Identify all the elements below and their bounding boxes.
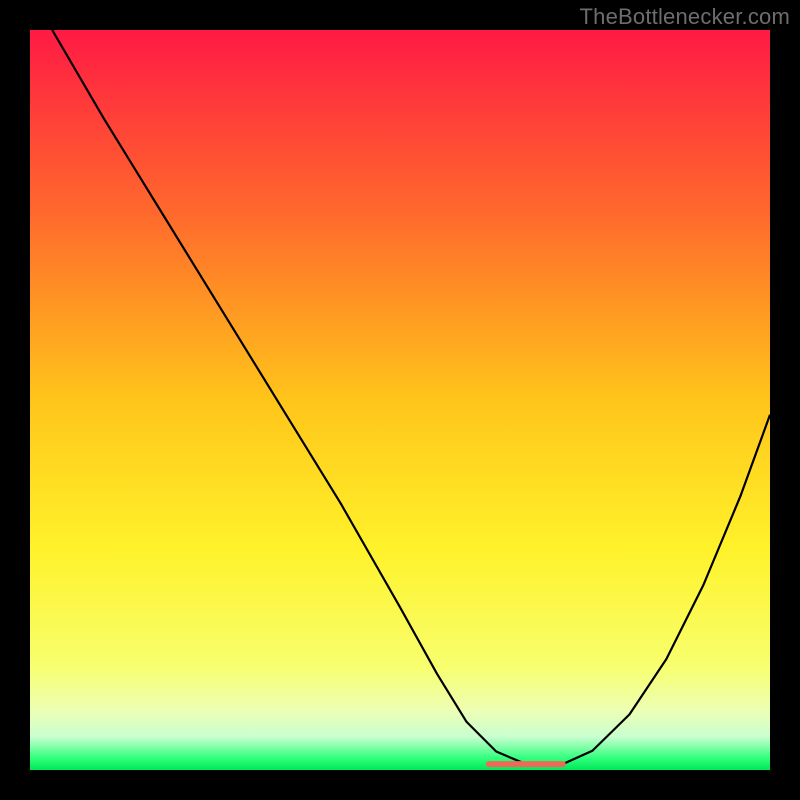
gradient-background (30, 30, 770, 770)
watermark-text: TheBottlenecker.com (580, 4, 790, 30)
plot-area (30, 30, 770, 770)
chart-svg (30, 30, 770, 770)
chart-container: TheBottlenecker.com (0, 0, 800, 800)
